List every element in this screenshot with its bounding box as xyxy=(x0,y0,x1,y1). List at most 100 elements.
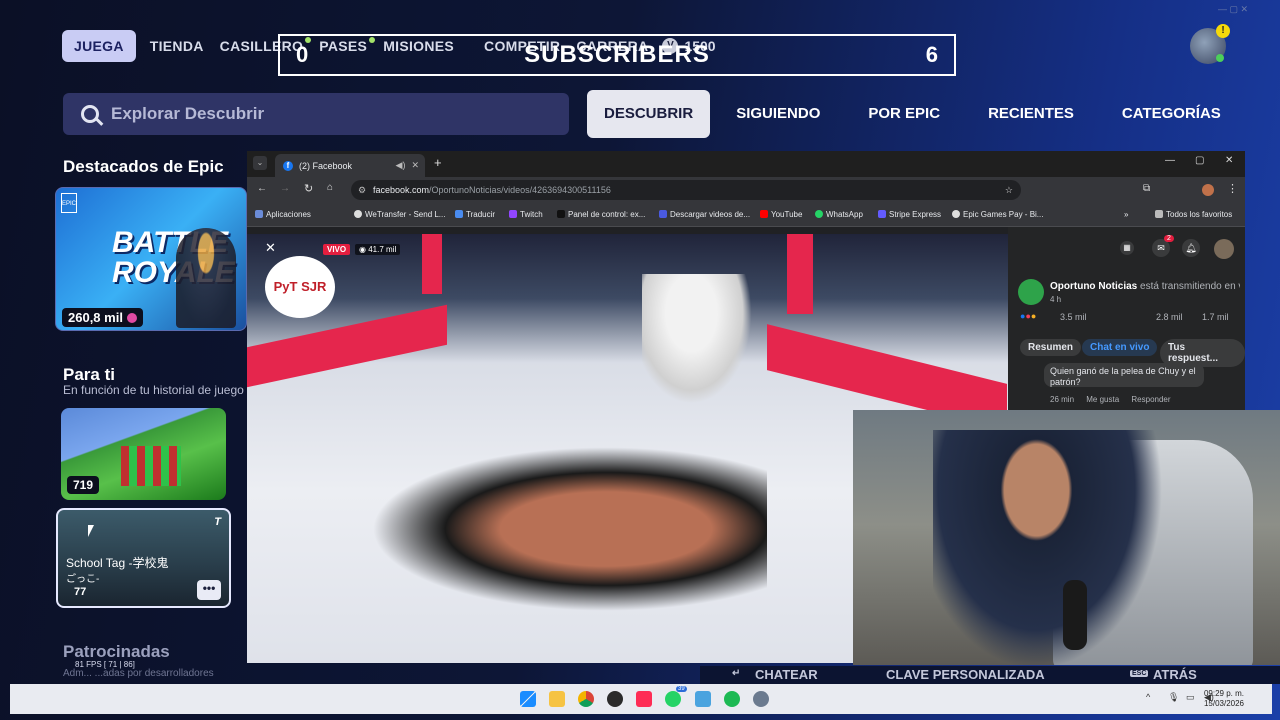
pill-chat-en-vivo[interactable]: Chat en vivo xyxy=(1082,339,1158,356)
notifications-icon[interactable]: 🔔︎ xyxy=(1182,239,1200,257)
file-explorer-icon[interactable] xyxy=(549,691,565,707)
address-bar[interactable]: ⚙ facebook.com/OportunoNoticias/videos/4… xyxy=(351,180,1021,200)
profile-icon[interactable] xyxy=(1202,184,1214,196)
search-icon xyxy=(81,105,99,123)
bookmark-stripe-label: Stripe Express xyxy=(889,210,942,219)
featured-card-battle-royale[interactable]: EPIC BATTLE ROYALE 260,8 mil xyxy=(55,187,247,331)
comment-like-link[interactable]: Me gusta xyxy=(1086,395,1119,404)
streamer-figure xyxy=(933,430,1163,665)
pill-resumen[interactable]: Resumen xyxy=(1020,339,1082,356)
page-name[interactable]: Oportuno Noticias está transmitiendo en … xyxy=(1050,281,1240,292)
tab-categorias[interactable]: CATEGORÍAS xyxy=(1098,90,1245,138)
tab-recientes[interactable]: RECIENTES xyxy=(964,90,1098,138)
nav-tienda[interactable]: TIENDA xyxy=(142,30,212,62)
character-figure xyxy=(176,228,236,328)
tab-siguiendo[interactable]: SIGUIENDO xyxy=(712,90,844,138)
bookmarks-overflow-icon[interactable]: » xyxy=(1124,210,1128,219)
tray-overflow-icon[interactable]: ^ xyxy=(1146,692,1150,702)
tab-search-button[interactable]: ⌄ xyxy=(253,156,267,170)
browser-tabstrip: ⌄ f (2) Facebook ◀) ✕ + — ▢ ✕ xyxy=(247,151,1245,177)
tab-close-icon[interactable]: ✕ xyxy=(411,160,419,171)
app-icon-4[interactable] xyxy=(607,691,623,707)
network-icon[interactable]: ▭ xyxy=(1186,692,1195,703)
extensions-icon[interactable]: ⧉ xyxy=(1143,183,1150,194)
window-controls: — ▢ ✕ xyxy=(1218,4,1249,14)
whatsapp-icon[interactable] xyxy=(665,691,681,707)
mic-tray-icon[interactable]: 🎙︎ xyxy=(1168,692,1179,703)
bookmark-wetransfer-label: WeTransfer - Send L... xyxy=(365,210,446,219)
bookmark-descargar[interactable]: Descargar videos de... xyxy=(659,210,750,219)
island-card-1-blocks xyxy=(121,446,181,486)
island-card-school-tag[interactable]: T School Tag -学校鬼 ごっこ- 77 ••• xyxy=(56,508,231,608)
search-input[interactable]: Explorar Descubrir xyxy=(63,93,569,135)
bookmarks-all-label: Todos los favoritos xyxy=(1166,210,1233,219)
spotify-icon[interactable] xyxy=(724,691,740,707)
island-card-1[interactable]: 719 xyxy=(61,408,226,500)
chatear-button[interactable]: CHATEAR xyxy=(755,667,818,682)
fb-profile-avatar[interactable] xyxy=(1214,239,1234,259)
bookmark-apps[interactable]: Aplicaciones xyxy=(255,210,311,219)
close-window-icon[interactable]: ✕ xyxy=(1225,155,1233,166)
ring-post-left xyxy=(422,234,442,294)
app-icon-7[interactable] xyxy=(695,691,711,707)
bookmark-stripe[interactable]: Stripe Express xyxy=(878,210,941,219)
bookmark-panel[interactable]: Panel de control: ex... xyxy=(557,210,645,219)
settings-icon[interactable] xyxy=(753,691,769,707)
reaction-count[interactable]: 3.5 mil xyxy=(1060,312,1087,322)
bookmark-twitch[interactable]: Twitch xyxy=(509,210,543,219)
tab-por-epic[interactable]: POR EPIC xyxy=(844,90,964,138)
sponsored-title: Patrocinadas xyxy=(63,642,170,661)
close-video-icon[interactable]: ✕ xyxy=(265,240,276,256)
windows-start-icon[interactable] xyxy=(520,691,536,707)
search-placeholder: Explorar Descubrir xyxy=(111,104,265,123)
tab-audio-icon: ◀) xyxy=(395,160,406,170)
bookmark-epic-pay[interactable]: Epic Games Pay - Bi... xyxy=(952,210,1043,219)
page-name-text: Oportuno Noticias xyxy=(1050,281,1138,292)
bookmark-whatsapp[interactable]: WhatsApp xyxy=(815,210,863,219)
browser-tab-facebook[interactable]: f (2) Facebook ◀) ✕ xyxy=(275,154,425,177)
menu-icon[interactable]: ⋮ xyxy=(1227,182,1238,195)
minimize-icon[interactable]: — xyxy=(1165,155,1175,166)
reaction-icons: ●●● xyxy=(1020,311,1037,321)
chrome-icon[interactable] xyxy=(578,691,594,707)
bookmarks-all[interactable]: Todos los favoritos xyxy=(1155,210,1232,219)
island-card-tag: T xyxy=(214,516,221,528)
subscriber-label: SUBSCRIBERS xyxy=(524,41,710,68)
apps-grid-icon[interactable]: ▦ xyxy=(1120,241,1134,255)
forward-icon[interactable]: → xyxy=(280,183,290,194)
post-time: 4 h xyxy=(1050,295,1062,304)
comment-count[interactable]: 2.8 mil xyxy=(1156,312,1183,322)
atras-button[interactable]: ATRÁS xyxy=(1153,667,1197,682)
reload-icon[interactable]: ↻ xyxy=(304,182,313,195)
windows-taskbar: 39 ^ 🎙︎ ▭ ◀) 09:29 p. m. 15/03/2026 xyxy=(10,684,1272,714)
nav-juega[interactable]: JUEGA xyxy=(62,30,136,62)
player-avatar[interactable]: ! xyxy=(1190,24,1230,64)
bookmark-star-icon[interactable]: ☆ xyxy=(1005,180,1013,200)
bookmark-apps-label: Aplicaciones xyxy=(266,210,311,219)
comment-reply-link[interactable]: Responder xyxy=(1131,395,1170,404)
tab-descubrir[interactable]: DESCUBRIR xyxy=(587,90,711,138)
back-icon[interactable]: ← xyxy=(257,183,267,194)
live-badge: VIVO xyxy=(323,244,351,255)
system-clock[interactable]: 09:29 p. m. 15/03/2026 xyxy=(1204,689,1244,709)
more-options-button[interactable]: ••• xyxy=(197,580,221,600)
for-you-title: Para ti xyxy=(63,365,115,384)
clave-personalizada-button[interactable]: CLAVE PERSONALIZADA xyxy=(886,667,1045,682)
bookmark-wetransfer[interactable]: WeTransfer - Send L... xyxy=(354,210,445,219)
home-icon[interactable]: ⌂ xyxy=(327,182,333,193)
tiktok-icon[interactable] xyxy=(636,691,652,707)
new-tab-button[interactable]: + xyxy=(434,155,442,170)
bookmark-panel-label: Panel de control: ex... xyxy=(568,210,646,219)
bookmark-youtube[interactable]: YouTube xyxy=(760,210,802,219)
share-count[interactable]: 1.7 mil xyxy=(1202,312,1229,322)
webcam-overlay xyxy=(853,410,1280,665)
maximize-icon[interactable]: ▢ xyxy=(1195,155,1204,166)
game-action-bar: ↵ CHATEAR CLAVE PERSONALIZADA ESC ATRÁS xyxy=(700,666,1280,684)
bookmark-traducir[interactable]: Traducir xyxy=(455,210,495,219)
url-path: /OportunoNoticias/videos/426369430051115… xyxy=(429,185,611,195)
url-host: facebook.com xyxy=(373,185,430,195)
featured-title: Destacados de Epic xyxy=(63,157,224,176)
facebook-side-panel: ▦ ✉ 2 🔔︎ Oportuno Noticias está transmit… xyxy=(1008,227,1245,413)
island-card-count: 77 xyxy=(74,586,87,598)
page-avatar[interactable] xyxy=(1018,279,1044,305)
